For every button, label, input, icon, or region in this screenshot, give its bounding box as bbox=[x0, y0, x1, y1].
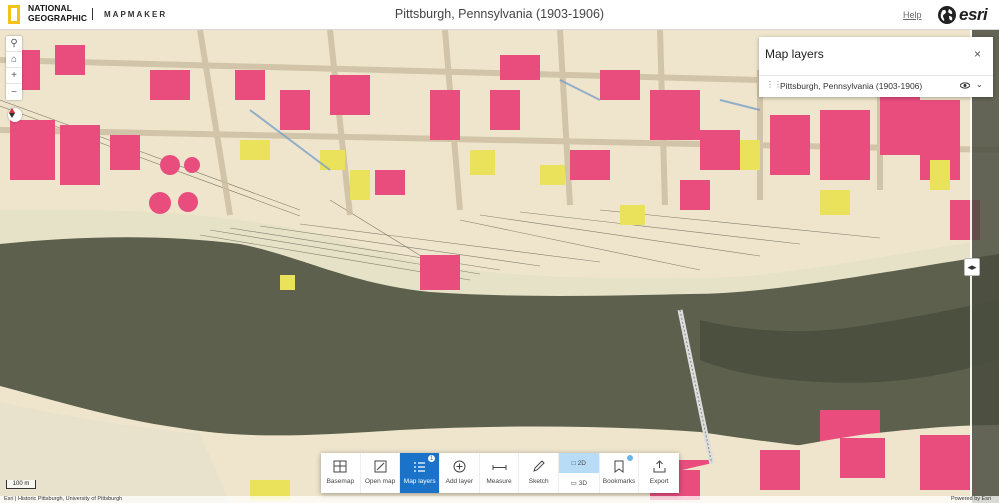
layer-name[interactable]: Pittsburgh, Pennsylvania (1903-1906) bbox=[780, 81, 922, 91]
scale-bar: 100 m bbox=[6, 480, 36, 489]
compass-icon[interactable] bbox=[8, 108, 22, 122]
add-layer-button[interactable]: Add layer bbox=[440, 453, 480, 493]
dimension-toggle: □ 2D ▭ 3D bbox=[559, 453, 600, 493]
pencil-icon bbox=[532, 459, 545, 474]
zoom-out-icon[interactable]: − bbox=[6, 84, 22, 100]
esri-wordmark: esri bbox=[959, 5, 988, 24]
drag-handle-icon[interactable]: ⋮⋮ bbox=[766, 81, 782, 92]
cube-icon: ▭ bbox=[570, 480, 577, 487]
plus-circle-icon bbox=[453, 459, 466, 474]
bottom-toolbar: Basemap Open map 1 Map layers Add layer … bbox=[321, 453, 679, 493]
help-link[interactable]: Help bbox=[903, 10, 922, 20]
home-icon[interactable]: ⌂ bbox=[6, 52, 22, 68]
measure-icon bbox=[492, 459, 507, 474]
measure-label: Measure bbox=[486, 478, 512, 485]
chevron-down-icon[interactable]: ⌄ bbox=[976, 80, 983, 89]
layers-list-icon bbox=[413, 459, 426, 474]
open-map-icon bbox=[374, 459, 387, 474]
bookmarks-button[interactable]: Bookmarks bbox=[600, 453, 640, 493]
layer-count-badge: 1 bbox=[427, 454, 437, 463]
layer-row[interactable]: ⋮⋮ Pittsburgh, Pennsylvania (1903-1906) … bbox=[759, 75, 993, 98]
export-label: Export bbox=[649, 478, 669, 485]
search-icon[interactable]: ⚲ bbox=[6, 36, 22, 52]
open-map-button[interactable]: Open map bbox=[361, 453, 401, 493]
bookmarks-label: Bookmarks bbox=[602, 478, 636, 485]
basemap-button[interactable]: Basemap bbox=[321, 453, 361, 493]
map-view[interactable]: ⚲ ⌂ + − bbox=[0, 30, 999, 503]
bookmarks-notification-dot bbox=[627, 455, 634, 461]
map-2d-icon: □ bbox=[571, 459, 576, 467]
basemap-icon bbox=[333, 459, 347, 474]
zoom-in-icon[interactable]: + bbox=[6, 68, 22, 84]
map-layers-panel: Map layers × ⋮⋮ Pittsburgh, Pennsylvania… bbox=[759, 37, 993, 97]
toggle-2d-button[interactable]: □ 2D bbox=[559, 453, 599, 473]
bookmark-icon bbox=[614, 459, 624, 474]
toggle-3d-label: 3D bbox=[578, 479, 588, 487]
add-layer-label: Add layer bbox=[445, 478, 474, 485]
toggle-2d-label: 2D bbox=[577, 459, 586, 467]
visibility-eye-icon[interactable] bbox=[959, 81, 971, 92]
map-layers-button[interactable]: 1 Map layers bbox=[400, 453, 441, 493]
export-button[interactable]: Export bbox=[639, 453, 679, 493]
close-icon[interactable]: × bbox=[974, 47, 981, 61]
attribution-text: Esri | Historic Pittsburgh, University o… bbox=[4, 496, 123, 502]
toggle-3d-button[interactable]: ▭ 3D bbox=[559, 473, 599, 493]
globe-icon[interactable] bbox=[937, 5, 957, 25]
map-zoom-toolbar: ⚲ ⌂ + − bbox=[6, 36, 22, 100]
historic-map-canvas bbox=[0, 30, 999, 503]
sketch-label: Sketch bbox=[528, 478, 549, 485]
app-header: NATIONAL GEOGRAPHIC MAPMAKER Pittsburgh,… bbox=[0, 0, 999, 30]
map-attribution: Esri | Historic Pittsburgh, University o… bbox=[0, 496, 999, 503]
map-title: Pittsburgh, Pennsylvania (1903-1906) bbox=[394, 7, 605, 21]
export-icon bbox=[653, 459, 666, 474]
sketch-button[interactable]: Sketch bbox=[519, 453, 560, 493]
map-layers-label: Map layers bbox=[403, 478, 436, 485]
powered-by-text[interactable]: Powered by Esri bbox=[951, 496, 991, 503]
measure-button[interactable]: Measure bbox=[480, 453, 520, 493]
open-map-label: Open map bbox=[364, 478, 396, 485]
panel-title: Map layers bbox=[765, 47, 824, 61]
basemap-label: Basemap bbox=[326, 478, 355, 485]
swipe-handle[interactable]: ◂▸ bbox=[964, 258, 980, 276]
